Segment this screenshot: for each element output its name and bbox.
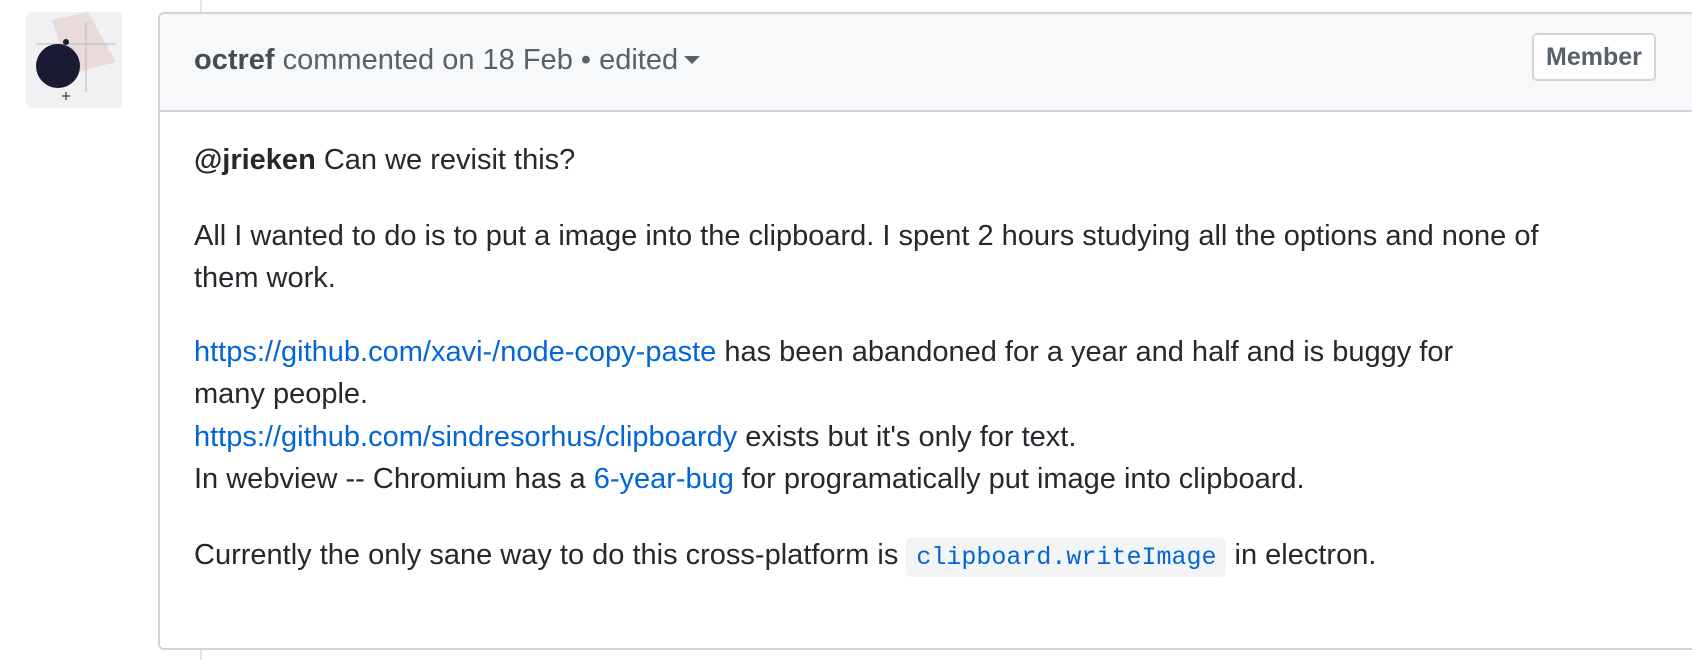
caret-down-icon — [684, 56, 701, 65]
paragraph-2-line-1: All I wanted to do is to put a image int… — [194, 220, 1539, 252]
paragraph-4-post: in electron. — [1226, 539, 1377, 571]
paragraph-4-pre: Currently the only sane way to do this c… — [194, 539, 907, 571]
paragraph-1-text: Can we revisit this? — [315, 144, 576, 176]
paragraph-3-line-4: In webview -- Chromium has a 6-year-bug … — [194, 461, 1305, 497]
inline-code: clipboard.writeImage — [906, 538, 1227, 577]
avatar-image — [26, 12, 122, 108]
paragraph-3-text-3-post: for programatically put image into clipb… — [733, 463, 1305, 495]
node-copy-paste-link[interactable]: https://github.com/xavi-/node-copy-paste — [194, 336, 716, 368]
paragraph-2-line-2: them work. — [194, 262, 336, 294]
edited-label: edited — [599, 44, 679, 76]
avatar[interactable] — [26, 12, 122, 108]
comment-header: octref commented on 18 Feb • edited Memb… — [160, 14, 1692, 112]
paragraph-3-line-2: many people. — [194, 378, 369, 410]
paragraph-4: Currently the only sane way to do this c… — [194, 537, 1377, 577]
six-year-bug-link[interactable]: 6-year-bug — [594, 463, 734, 495]
separator-dot: • — [580, 44, 592, 76]
paragraph-3-line-3: https://github.com/sindresorhus/clipboar… — [194, 419, 1076, 455]
paragraph-3-text-3-pre: In webview -- Chromium has a — [194, 463, 594, 495]
edited-dropdown[interactable]: edited — [599, 42, 701, 78]
comment-date-link[interactable]: 18 Feb — [483, 44, 573, 76]
paragraph-3-text-2: exists but it's only for text. — [737, 421, 1077, 453]
user-mention-link[interactable]: @jrieken — [194, 144, 316, 176]
paragraph-3-text-1: has been abandoned for a year and half a… — [716, 336, 1454, 368]
member-badge: Member — [1532, 33, 1656, 81]
comment-box: octref commented on 18 Feb • edited Memb… — [158, 12, 1692, 650]
author-link[interactable]: octref — [194, 44, 275, 76]
paragraph-3-line-1: https://github.com/xavi-/node-copy-paste… — [194, 334, 1453, 370]
paragraph-1: @jrieken Can we revisit this? — [194, 142, 575, 178]
comment-action: commented on — [282, 44, 475, 76]
comment-header-text: octref commented on 18 Feb • edited — [194, 42, 701, 78]
clipboardy-link[interactable]: https://github.com/sindresorhus/clipboar… — [194, 421, 737, 453]
